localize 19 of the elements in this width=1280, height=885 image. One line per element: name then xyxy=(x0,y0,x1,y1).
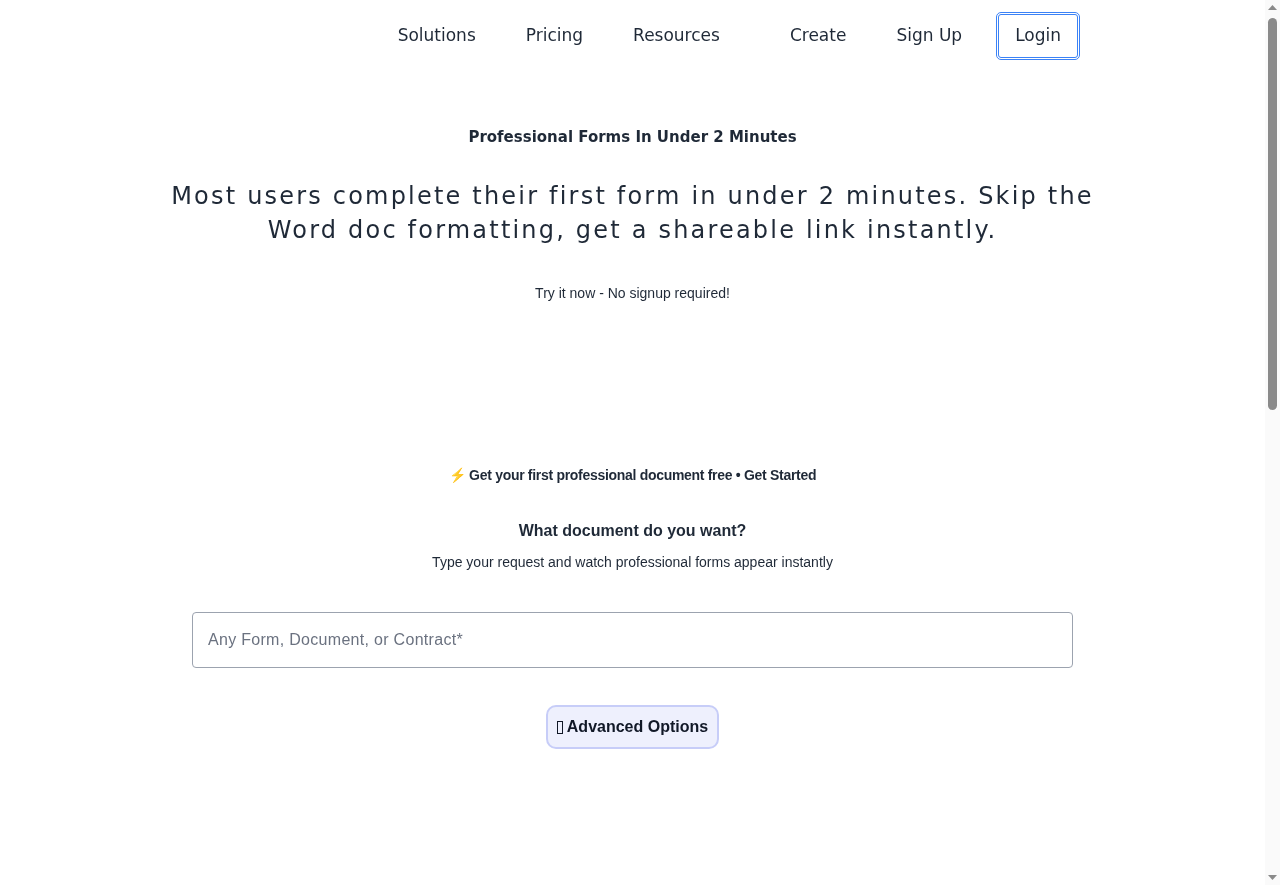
nav-link[interactable]: Resources xyxy=(633,23,720,49)
hero-note: Try it now - No signup required! xyxy=(535,284,730,303)
advanced-options-button[interactable]: Advanced Options xyxy=(545,705,720,749)
form-title: What document do you want? xyxy=(518,521,747,541)
login-button[interactable]: Login xyxy=(998,14,1078,58)
form-subtitle: Type your request and watch professional forms appear instantly xyxy=(432,553,833,572)
hero-eyebrow: Professional Forms In Under 2 Minutes xyxy=(468,127,797,147)
scroll-up-icon[interactable] xyxy=(1268,5,1277,10)
nav-link[interactable]: Solutions xyxy=(397,23,476,49)
nav-link[interactable]: Sign Up xyxy=(896,23,963,49)
hero-headline: Most users complete their first form in under 2 minutes. Skip the Word doc formatting, get a shareable link instantly. xyxy=(170,181,1095,246)
promo-text: ⚡ Get your first professional document free • Get Started xyxy=(448,466,817,485)
document-request-field[interactable]: Any Form, Document, or Contract* xyxy=(192,612,1073,668)
scrollbar[interactable] xyxy=(1265,0,1280,885)
scroll-down-icon[interactable] xyxy=(1268,875,1277,880)
nav-link[interactable]: Create xyxy=(789,23,847,49)
scrollbar-thumb[interactable] xyxy=(1268,18,1277,410)
nav-link[interactable]: Pricing xyxy=(525,23,584,49)
rectangle-icon xyxy=(556,720,563,734)
